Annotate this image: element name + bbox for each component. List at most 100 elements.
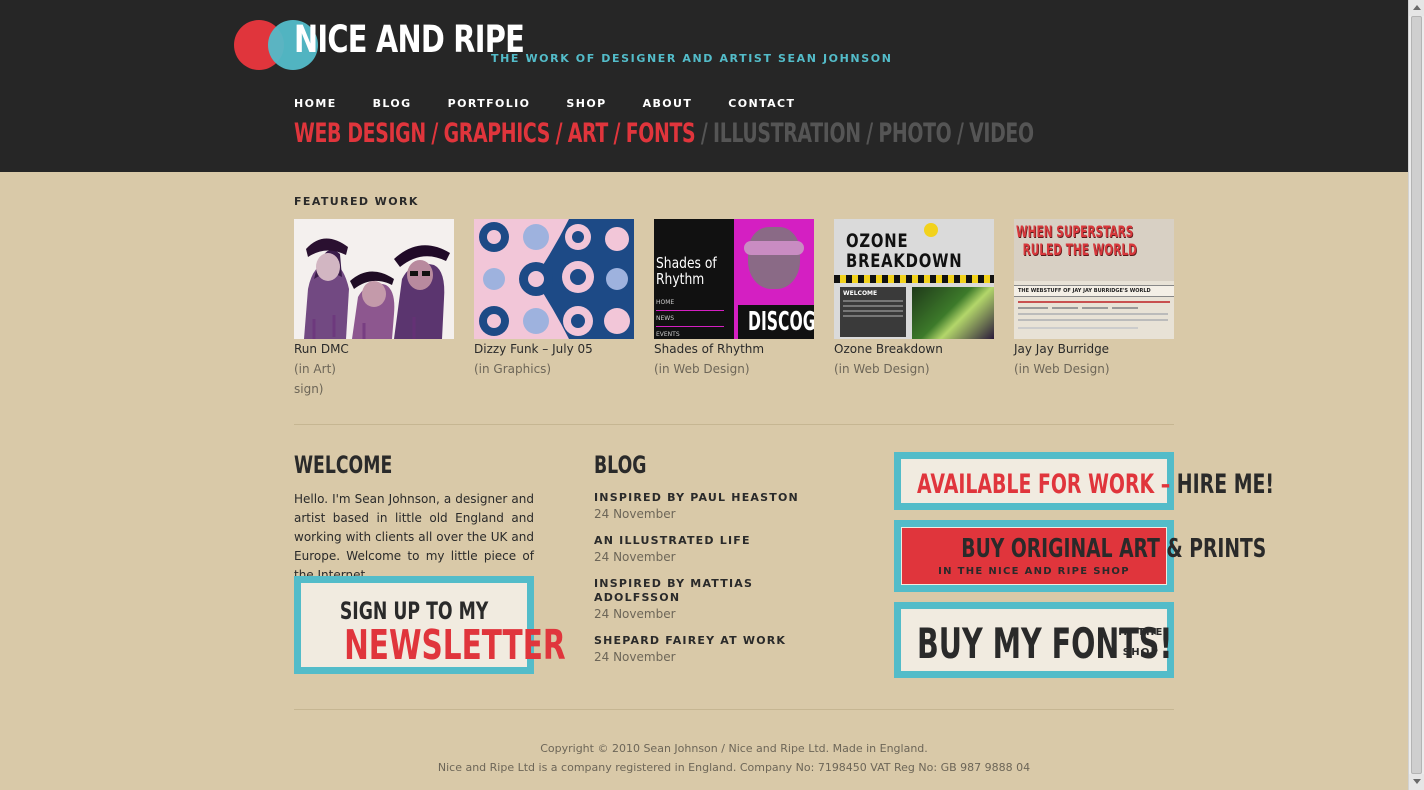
- blog-post-date: 24 November: [594, 607, 676, 621]
- ozone-breakdown-thumbnail[interactable]: OZONE BREAKDOWN WELCOME: [834, 219, 994, 339]
- blog-post-date: 24 November: [594, 550, 676, 564]
- work-category: (in Web Design): [654, 362, 750, 376]
- category-graphics[interactable]: GRAPHICS: [444, 118, 551, 149]
- category-separator: /: [613, 118, 621, 149]
- site-logo-text[interactable]: NICE AND RIPE: [294, 18, 525, 61]
- dizzy-funk-artwork: [474, 219, 634, 339]
- featured-item-shades-of-rhythm: Shades of Rhythm HOME NEWS EVENTS DISCOG…: [654, 219, 814, 376]
- shades-face-shape: [748, 227, 800, 289]
- buy-art-sub: IN THE NICE AND RIPE SHOP: [938, 566, 1130, 577]
- ozone-title-line2: BREAKDOWN: [846, 250, 963, 272]
- nav-home[interactable]: HOME: [294, 97, 337, 110]
- hire-me-button[interactable]: AVAILABLE FOR WORK – HIRE ME!: [894, 452, 1274, 510]
- buy-fonts-sub-line2: SHOP: [1122, 647, 1160, 658]
- category-separator: /: [431, 118, 438, 149]
- buy-fonts-sub: IN THE SHOP: [1113, 623, 1169, 663]
- nav-blog[interactable]: BLOG: [373, 97, 412, 110]
- category-video[interactable]: VIDEO: [969, 118, 1034, 149]
- buy-fonts-button[interactable]: BUY MY FONTS! IN THE SHOP: [894, 602, 1174, 678]
- category-web-design[interactable]: WEB DESIGN: [294, 118, 426, 149]
- run-dmc-thumbnail[interactable]: [294, 219, 454, 339]
- work-extra-text: sign): [294, 382, 324, 396]
- site-footer: Copyright © 2010 Sean Johnson / Nice and…: [294, 739, 1174, 777]
- category-illustration[interactable]: ILLUSTRATION: [713, 118, 861, 149]
- scroll-up-arrow-icon[interactable]: [1409, 0, 1424, 16]
- work-title[interactable]: Ozone Breakdown: [834, 342, 994, 356]
- featured-item-ozone-breakdown: OZONE BREAKDOWN WELCOME Ozone Breakdown …: [834, 219, 994, 376]
- work-title[interactable]: Jay Jay Burridge: [1014, 342, 1174, 356]
- work-title[interactable]: Dizzy Funk – July 05: [474, 342, 634, 356]
- newsletter-signup-button[interactable]: SIGN UP TO MY NEWSLETTER: [294, 576, 566, 674]
- available-for-work-text: AVAILABLE FOR WORK: [917, 469, 1155, 500]
- jay-sub-text: THE WEBSTUFF OF JAY JAY BURRIDGE'S WORLD: [1018, 288, 1151, 294]
- work-title[interactable]: Run DMC: [294, 342, 454, 356]
- scroll-down-arrow-icon[interactable]: [1409, 774, 1424, 790]
- blog-post-title[interactable]: SHEPARD FAIREY AT WORK: [594, 634, 814, 648]
- newsletter-line2: NEWSLETTER: [344, 621, 566, 669]
- category-art[interactable]: ART: [568, 118, 609, 149]
- blog-post: INSPIRED BY MATTIAS ADOLFSSON 24 Novembe…: [594, 577, 794, 621]
- shades-title-line1: Shades of: [656, 254, 717, 272]
- footer-company-info: Nice and Ripe Ltd is a company registere…: [437, 761, 1031, 774]
- nav-shop[interactable]: SHOP: [566, 97, 606, 110]
- blog-post-title[interactable]: INSPIRED BY PAUL HEASTON: [594, 491, 814, 505]
- scrollbar-thumb[interactable]: [1411, 16, 1422, 774]
- buy-art-main: BUY ORIGINAL ART & PRINTS: [961, 534, 1267, 564]
- blog-post-title[interactable]: AN ILLUSTRATED LIFE: [594, 534, 814, 548]
- shades-title-line2: Rhythm: [656, 270, 705, 288]
- jay-title: WHEN SUPERSTARS RULED THE WORLD: [1016, 223, 1137, 259]
- category-nav: WEB DESIGN / GRAPHICS / ART / FONTS / IL…: [294, 118, 1034, 149]
- shades-menu-item: NEWS: [656, 311, 724, 327]
- jay-title-line2: RULED THE WORLD: [1022, 240, 1137, 259]
- work-category: (in Web Design): [1014, 362, 1110, 376]
- blog-post-date: 24 November: [594, 650, 676, 664]
- category-separator: /: [700, 118, 708, 149]
- blog-post: INSPIRED BY PAUL HEASTON 24 November: [594, 491, 814, 521]
- dizzy-funk-thumbnail[interactable]: [474, 219, 634, 339]
- ozone-welcome-panel: WELCOME: [840, 287, 906, 337]
- buy-art-button[interactable]: BUY ORIGINAL ART & PRINTS IN THE NICE AN…: [894, 520, 1266, 592]
- shades-title: Shades of Rhythm: [656, 255, 717, 287]
- shades-of-rhythm-thumbnail[interactable]: Shades of Rhythm HOME NEWS EVENTS DISCOG: [654, 219, 814, 339]
- shades-menu: HOME NEWS EVENTS: [656, 295, 724, 339]
- category-separator: /: [555, 118, 563, 149]
- ozone-title: OZONE BREAKDOWN: [846, 231, 962, 271]
- nav-about[interactable]: ABOUT: [643, 97, 693, 110]
- main-nav: HOME BLOG PORTFOLIO SHOP ABOUT CONTACT: [294, 97, 831, 110]
- footer-divider: [294, 709, 1174, 710]
- blog-post-date: 24 November: [594, 507, 676, 521]
- category-fonts[interactable]: FONTS: [626, 118, 696, 149]
- hire-dash: –: [1154, 469, 1177, 500]
- ozone-welcome-label: WELCOME: [843, 290, 878, 297]
- category-separator: /: [956, 118, 964, 149]
- work-category: (in Art): [294, 362, 336, 376]
- buy-art-main-wrap: BUY ORIGINAL ART & PRINTS: [902, 534, 1266, 564]
- featured-item-jay-jay-burridge: WHEN SUPERSTARS RULED THE WORLD THE WEBS…: [1014, 219, 1174, 376]
- category-photo[interactable]: PHOTO: [878, 118, 951, 149]
- shades-menu-item: HOME: [656, 295, 724, 311]
- blog-post: SHEPARD FAIREY AT WORK 24 November: [594, 634, 814, 664]
- section-divider: [294, 424, 1174, 425]
- site-tagline: THE WORK OF DESIGNER AND ARTIST SEAN JOH…: [491, 52, 893, 65]
- featured-work-heading: FEATURED WORK: [294, 195, 419, 208]
- newsletter-line2-wrap: NEWSLETTER: [301, 621, 566, 669]
- ozone-crowd-photo: [912, 287, 994, 339]
- buy-fonts-sub-line1: IN THE: [1118, 627, 1164, 638]
- blog-post: AN ILLUSTRATED LIFE 24 November: [594, 534, 814, 564]
- work-category: (in Web Design): [834, 362, 930, 376]
- nav-portfolio[interactable]: PORTFOLIO: [448, 97, 531, 110]
- category-separator: /: [866, 118, 873, 149]
- blog-heading: BLOG: [594, 451, 647, 479]
- jay-sub-strip: THE WEBSTUFF OF JAY JAY BURRIDGE'S WORLD: [1014, 285, 1174, 297]
- vertical-scrollbar[interactable]: [1408, 0, 1424, 790]
- site-header: NICE AND RIPE THE WORK OF DESIGNER AND A…: [0, 0, 1408, 172]
- shades-goggles-shape: [744, 241, 804, 255]
- jay-jay-burridge-thumbnail[interactable]: WHEN SUPERSTARS RULED THE WORLD THE WEBS…: [1014, 219, 1174, 339]
- work-title[interactable]: Shades of Rhythm: [654, 342, 814, 356]
- hire-me-label: HIRE ME!: [1176, 469, 1275, 500]
- blog-post-title[interactable]: INSPIRED BY MATTIAS ADOLFSSON: [594, 577, 794, 605]
- footer-copyright: Copyright © 2010 Sean Johnson / Nice and…: [540, 742, 928, 755]
- nav-contact[interactable]: CONTACT: [728, 97, 795, 110]
- welcome-text: Hello. I'm Sean Johnson, a designer and …: [294, 492, 534, 582]
- run-dmc-artwork: [294, 219, 454, 339]
